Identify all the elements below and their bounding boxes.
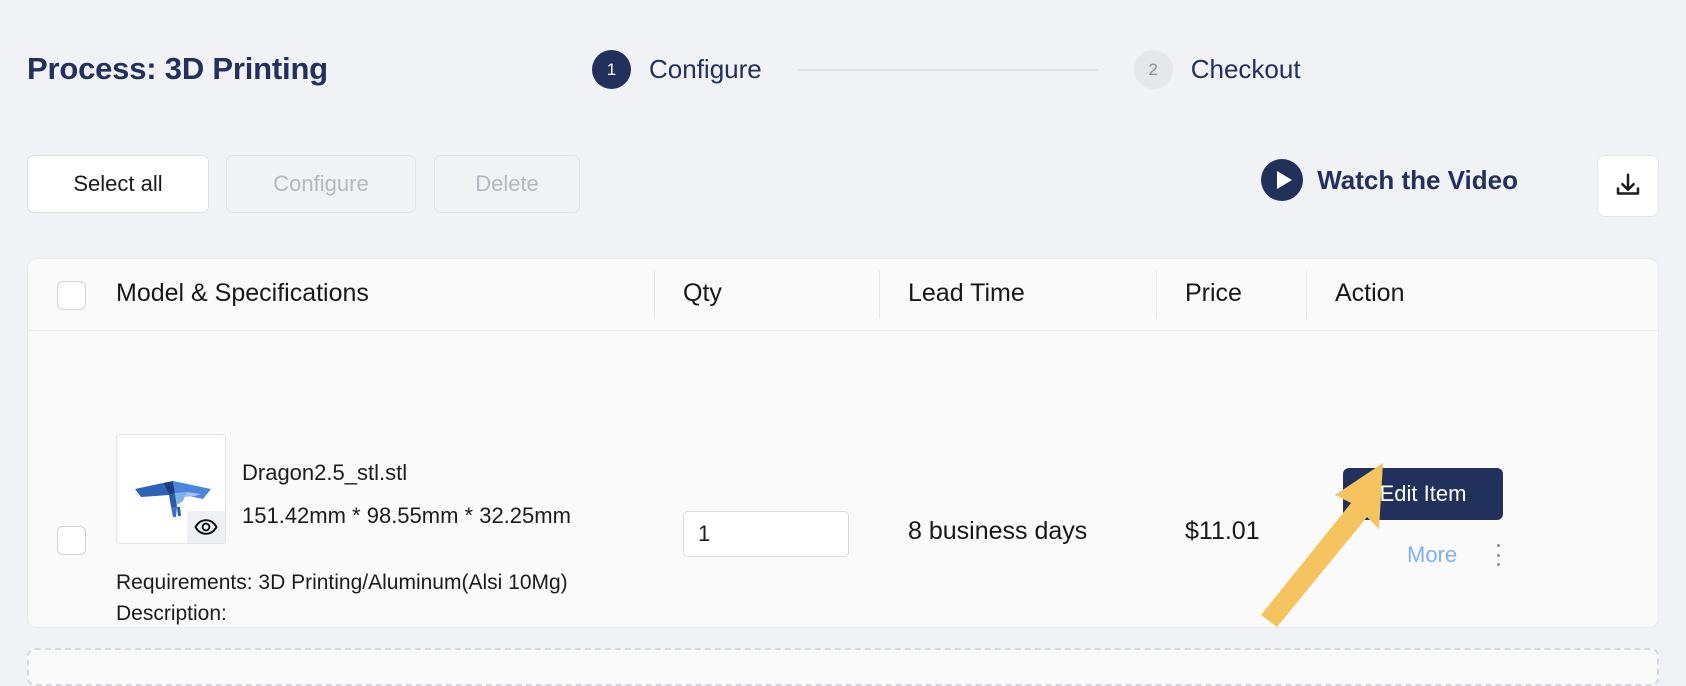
- more-link[interactable]: More: [1407, 542, 1457, 568]
- download-button[interactable]: [1597, 155, 1659, 217]
- download-icon: [1616, 173, 1640, 195]
- model-dimensions: 151.42mm * 98.55mm * 32.25mm: [242, 503, 571, 528]
- step-connector-line: [797, 68, 1098, 71]
- select-all-button[interactable]: Select all: [27, 155, 209, 213]
- play-icon: [1261, 159, 1304, 201]
- page-title: Process: 3D Printing: [27, 51, 328, 86]
- column-header-model: Model & Specifications: [116, 279, 369, 307]
- column-header-price: Price: [1185, 279, 1242, 307]
- column-header-lead-time: Lead Time: [908, 279, 1025, 307]
- step-1-circle: 1: [592, 50, 631, 89]
- step-2-label: Checkout: [1190, 54, 1301, 84]
- process-3d-printing-page: Process: 3D Printing 1 Configure 2 Check…: [0, 0, 1686, 686]
- step-2-circle: 2: [1133, 50, 1173, 89]
- eye-icon: [194, 519, 218, 535]
- select-all-checkbox[interactable]: [57, 281, 86, 310]
- model-requirements: Requirements: 3D Printing/Aluminum(Alsi …: [116, 571, 568, 594]
- model-thumbnail[interactable]: [116, 434, 226, 544]
- table-row: Dragon2.5_stl.stl 151.42mm * 98.55mm * 3…: [28, 331, 1658, 627]
- configure-button[interactable]: Configure: [226, 155, 416, 213]
- preview-eye-button[interactable]: [187, 511, 225, 543]
- edit-item-button[interactable]: Edit Item: [1343, 468, 1503, 520]
- step-indicator: 1 Configure 2 Checkout: [592, 50, 1301, 89]
- row-select-checkbox[interactable]: [57, 526, 86, 555]
- step-checkout[interactable]: 2 Checkout: [1133, 50, 1301, 89]
- action-toolbar: Select all Configure Delete Watch the Vi…: [0, 155, 1686, 235]
- step-configure[interactable]: 1 Configure: [592, 50, 762, 89]
- column-header-action: Action: [1335, 279, 1405, 307]
- more-vertical-icon[interactable]: [1488, 541, 1508, 569]
- table-header-row: Model & Specifications Qty Lead Time Pri…: [28, 259, 1658, 331]
- watch-video-button[interactable]: Watch the Video: [1261, 159, 1518, 201]
- price-value: $11.01: [1185, 517, 1260, 545]
- quantity-input[interactable]: [683, 511, 849, 557]
- model-file-name: Dragon2.5_stl.stl: [242, 460, 408, 485]
- column-header-qty: Qty: [683, 279, 722, 307]
- delete-button[interactable]: Delete: [434, 155, 580, 213]
- lead-time-value: 8 business days: [908, 517, 1088, 545]
- upload-dropzone-strip[interactable]: [27, 648, 1659, 686]
- items-table-card: Model & Specifications Qty Lead Time Pri…: [27, 258, 1659, 628]
- model-description: Description:: [116, 602, 227, 625]
- page-header: Process: 3D Printing 1 Configure 2 Check…: [0, 0, 1686, 130]
- step-1-label: Configure: [649, 54, 762, 84]
- watch-video-label: Watch the Video: [1317, 164, 1518, 195]
